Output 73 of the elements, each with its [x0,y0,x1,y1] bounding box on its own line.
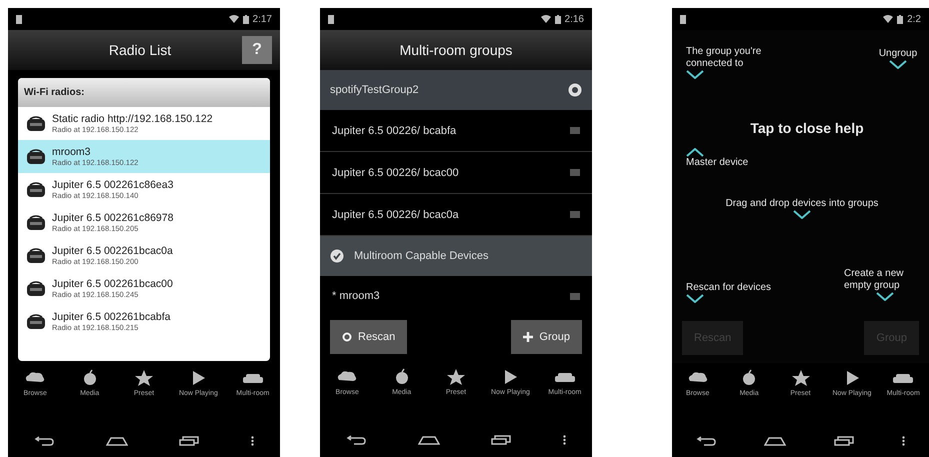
group-header[interactable]: spotifyTestGroup2 [320,70,592,110]
status-time: 2:17 [252,14,272,24]
help-hint: The group you're connected to [686,46,762,70]
group-member-row[interactable]: Jupiter 6.5 00226/ bcabfa [320,110,592,152]
rescan-button[interactable]: Rescan [330,320,408,354]
home-icon[interactable] [764,436,786,446]
wifi-icon [540,15,551,23]
chevron-down-icon [876,292,894,301]
wifi-icon [883,15,894,23]
help-hint: Rescan for devices [686,282,772,294]
radio-button-icon [568,83,582,97]
star-icon [133,369,156,387]
group-button[interactable]: Group [511,320,582,354]
radio-name: Jupiter 6.5 002261bcac00 [52,278,173,290]
check-circle-icon [330,249,344,263]
back-icon[interactable] [346,435,366,445]
menu-icon[interactable] [563,435,566,445]
plus-icon [523,332,534,342]
menu-icon[interactable] [251,436,254,446]
star-icon [790,369,812,387]
battery-icon [242,14,249,24]
status-time: 2:2 [907,14,921,24]
radio-icon [26,280,46,296]
group-member-row[interactable]: Jupiter 6.5 00226/ bcac00 [320,152,592,194]
back-icon[interactable] [34,436,54,446]
chevron-up-icon [686,148,704,157]
screen-title: Multi-room groups [398,42,514,58]
help-hint: Drag and drop devices into groups [726,198,878,210]
chevron-down-icon [889,60,907,69]
chevron-down-icon [686,70,704,79]
radio-name: Jupiter 6.5 002261c86978 [52,212,174,224]
radio-icon [26,314,46,330]
back-icon[interactable] [696,436,716,446]
home-icon[interactable] [418,435,440,445]
help-button[interactable]: ? [242,36,272,64]
menu-icon[interactable] [902,436,905,446]
section-header: Multiroom Capable Devices [320,236,592,276]
radio-name: mroom3 [52,146,92,158]
drag-handle-icon[interactable] [570,127,580,134]
status-time: 2:16 [564,14,584,24]
recent-apps-icon[interactable] [179,436,200,446]
radio-icon [26,248,46,264]
sim-card-icon [16,14,22,24]
radio-name: Static radio http://192.168.150.122 [52,113,213,125]
radio-icon [26,116,46,132]
radio-name: Jupiter 6.5 002261bcac0a [52,245,173,257]
screen-title: Radio List [108,42,172,58]
help-hint: Ungroup [878,48,918,60]
radio-name: Jupiter 6.5 002261c86ea3 [52,179,174,191]
chevron-down-icon [686,294,704,303]
radio-icon [26,182,46,198]
home-icon[interactable] [106,436,128,446]
drag-handle-icon[interactable] [570,211,580,218]
chevron-down-icon [793,210,811,219]
recent-apps-icon[interactable] [834,436,854,446]
list-header: Wi-Fi radios: [18,78,270,107]
radio-name: Jupiter 6.5 002261bcabfa [52,311,171,323]
sim-card-icon [680,14,686,24]
help-hint: Tap to close help [750,120,864,137]
device-row[interactable]: * mroom3 [320,276,592,316]
sim-card-icon [328,14,334,24]
battery-icon [554,14,561,24]
battery-icon [897,14,904,24]
radio-icon [26,148,46,164]
star-icon [445,368,468,386]
help-hint: Master device [686,157,748,169]
recent-apps-icon[interactable] [491,435,512,445]
refresh-icon [342,332,352,342]
help-hint: Create a new empty group [844,268,904,292]
wifi-icon [228,15,239,23]
drag-handle-icon[interactable] [570,169,580,176]
drag-handle-icon[interactable] [570,292,580,300]
radio-icon [26,214,46,230]
